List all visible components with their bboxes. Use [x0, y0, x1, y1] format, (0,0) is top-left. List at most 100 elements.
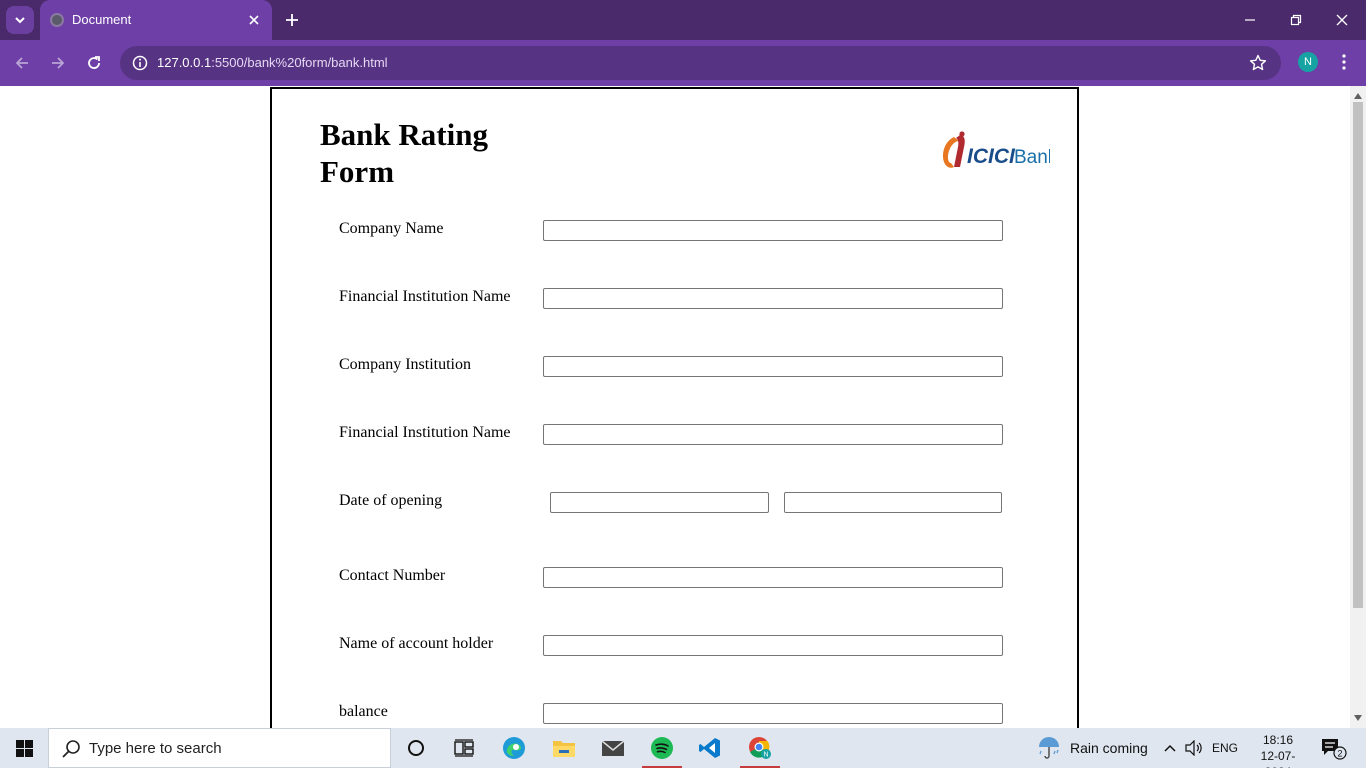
task-view-icon: [454, 739, 474, 757]
label-company-name: Company Name: [339, 220, 444, 237]
triangle-up-icon: [1354, 93, 1362, 99]
tab-document[interactable]: Document: [40, 0, 272, 40]
new-tab-button[interactable]: [280, 8, 304, 32]
triangle-down-icon: [1354, 715, 1362, 721]
label-date-of-opening: Date of opening: [339, 492, 443, 509]
arrow-left-icon: [15, 57, 28, 69]
more-vertical-icon: [1342, 54, 1346, 70]
globe-icon: [50, 13, 64, 27]
star-icon: [1249, 54, 1267, 71]
label-company-institution: Company Institution: [339, 356, 471, 373]
volume-icon: [1185, 740, 1202, 756]
notification-count: 2: [1337, 749, 1342, 759]
language-indicator[interactable]: ENG: [1212, 741, 1238, 755]
vertical-scrollbar[interactable]: [1350, 86, 1366, 728]
close-icon: [1336, 14, 1348, 26]
reload-icon: [88, 56, 100, 69]
restore-icon: [1290, 14, 1302, 26]
task-view-button[interactable]: [440, 728, 488, 768]
label-balance: balance: [339, 703, 388, 720]
browser-toolbar: 127.0.0.1:5500/bank%20form/bank.html N: [0, 40, 1366, 86]
notification-icon: 2: [1322, 739, 1347, 760]
tab-search-button[interactable]: [6, 6, 34, 34]
url-text: 127.0.0.1:5500/bank%20form/bank.html: [157, 55, 388, 70]
spotify-app[interactable]: [638, 728, 686, 768]
clock-date: 12-07-2024: [1260, 749, 1296, 768]
account-holder-input[interactable]: [543, 635, 1003, 656]
tab-close-button[interactable]: [244, 10, 264, 30]
chevron-up-icon: [1164, 744, 1176, 752]
mail-app[interactable]: [589, 728, 637, 768]
logo-text-icici: ICICI: [967, 145, 1016, 168]
weather-text: Rain coming: [1070, 740, 1148, 756]
chrome-app[interactable]: N: [736, 728, 784, 768]
label-account-holder: Name of account holder: [339, 635, 494, 652]
windows-logo-icon: [15, 739, 33, 757]
label-contact-number: Contact Number: [339, 567, 446, 584]
contact-number-input[interactable]: [543, 567, 1003, 588]
address-bar[interactable]: 127.0.0.1:5500/bank%20form/bank.html: [120, 46, 1281, 80]
financial-institution-name-input[interactable]: [543, 288, 1003, 309]
profile-avatar[interactable]: N: [1298, 52, 1318, 72]
minimize-button[interactable]: [1230, 6, 1270, 34]
minimize-icon: [1245, 19, 1255, 21]
spotify-icon: [651, 737, 673, 759]
page-viewport: Bank Rating Form ICICI Bank Company Name…: [0, 86, 1350, 728]
scroll-down-arrow[interactable]: [1354, 714, 1362, 722]
url-path: :5500/bank%20form/bank.html: [211, 55, 388, 70]
scrollbar-thumb[interactable]: [1353, 102, 1363, 608]
umbrella-rain-icon: [1039, 737, 1059, 759]
label-financial-institution-name: Financial Institution Name: [339, 288, 511, 305]
info-icon: [132, 55, 148, 71]
tab-title: Document: [72, 12, 132, 27]
vscode-app[interactable]: [686, 728, 734, 768]
close-icon: [249, 15, 259, 25]
volume-button[interactable]: [1184, 738, 1204, 758]
file-explorer-app[interactable]: [540, 728, 588, 768]
plus-icon: [286, 14, 298, 26]
windows-taskbar: Type here to search N Rain coming ENG 18…: [0, 728, 1366, 768]
edge-app[interactable]: [490, 728, 538, 768]
restore-button[interactable]: [1276, 6, 1316, 34]
search-placeholder: Type here to search: [89, 740, 222, 757]
tray-overflow-button[interactable]: [1160, 738, 1180, 758]
back-button[interactable]: [8, 49, 36, 77]
label-financial-institution-name-2: Financial Institution Name: [339, 424, 511, 441]
url-host: 127.0.0.1: [157, 55, 212, 70]
scroll-up-arrow[interactable]: [1354, 92, 1362, 100]
mail-icon: [601, 740, 625, 756]
company-institution-input[interactable]: [543, 356, 1003, 377]
close-window-button[interactable]: [1322, 6, 1362, 34]
circle-icon: [408, 740, 424, 756]
forward-button[interactable]: [44, 49, 72, 77]
chevron-down-icon: [15, 17, 25, 24]
logo-text-bank: Bank: [1014, 147, 1050, 168]
bookmark-button[interactable]: [1247, 52, 1269, 74]
date-of-opening-input-1[interactable]: [550, 492, 769, 513]
reload-button[interactable]: [80, 49, 108, 77]
edge-icon: [503, 737, 525, 759]
chrome-icon: N: [749, 737, 771, 759]
search-icon: [62, 740, 80, 758]
browser-menu-button[interactable]: [1334, 50, 1354, 74]
bank-form: Bank Rating Form ICICI Bank Company Name…: [270, 87, 1079, 728]
start-button[interactable]: [0, 728, 48, 768]
date-of-opening-input-2[interactable]: [784, 492, 1002, 513]
taskbar-search[interactable]: Type here to search: [48, 728, 391, 768]
cortana-button[interactable]: [392, 728, 440, 768]
icici-logo: ICICI Bank: [943, 131, 1050, 168]
company-name-input[interactable]: [543, 220, 1003, 241]
notification-center-button[interactable]: 2: [1320, 736, 1348, 760]
weather-widget[interactable]: Rain coming: [1036, 728, 1148, 768]
arrow-right-icon: [52, 57, 65, 69]
balance-input[interactable]: [543, 703, 1003, 724]
financial-institution-name-input-2[interactable]: [543, 424, 1003, 445]
page-title: Bank Rating Form: [320, 117, 488, 189]
clock-time: 18:16: [1262, 733, 1294, 747]
vscode-icon: [699, 738, 720, 758]
chrome-profile-initial: N: [763, 752, 768, 759]
tab-strip: Document: [0, 0, 1366, 40]
folder-icon: [553, 741, 575, 757]
clock[interactable]: 18:16 12-07-2024: [1248, 732, 1308, 768]
site-info-button[interactable]: [128, 51, 152, 75]
